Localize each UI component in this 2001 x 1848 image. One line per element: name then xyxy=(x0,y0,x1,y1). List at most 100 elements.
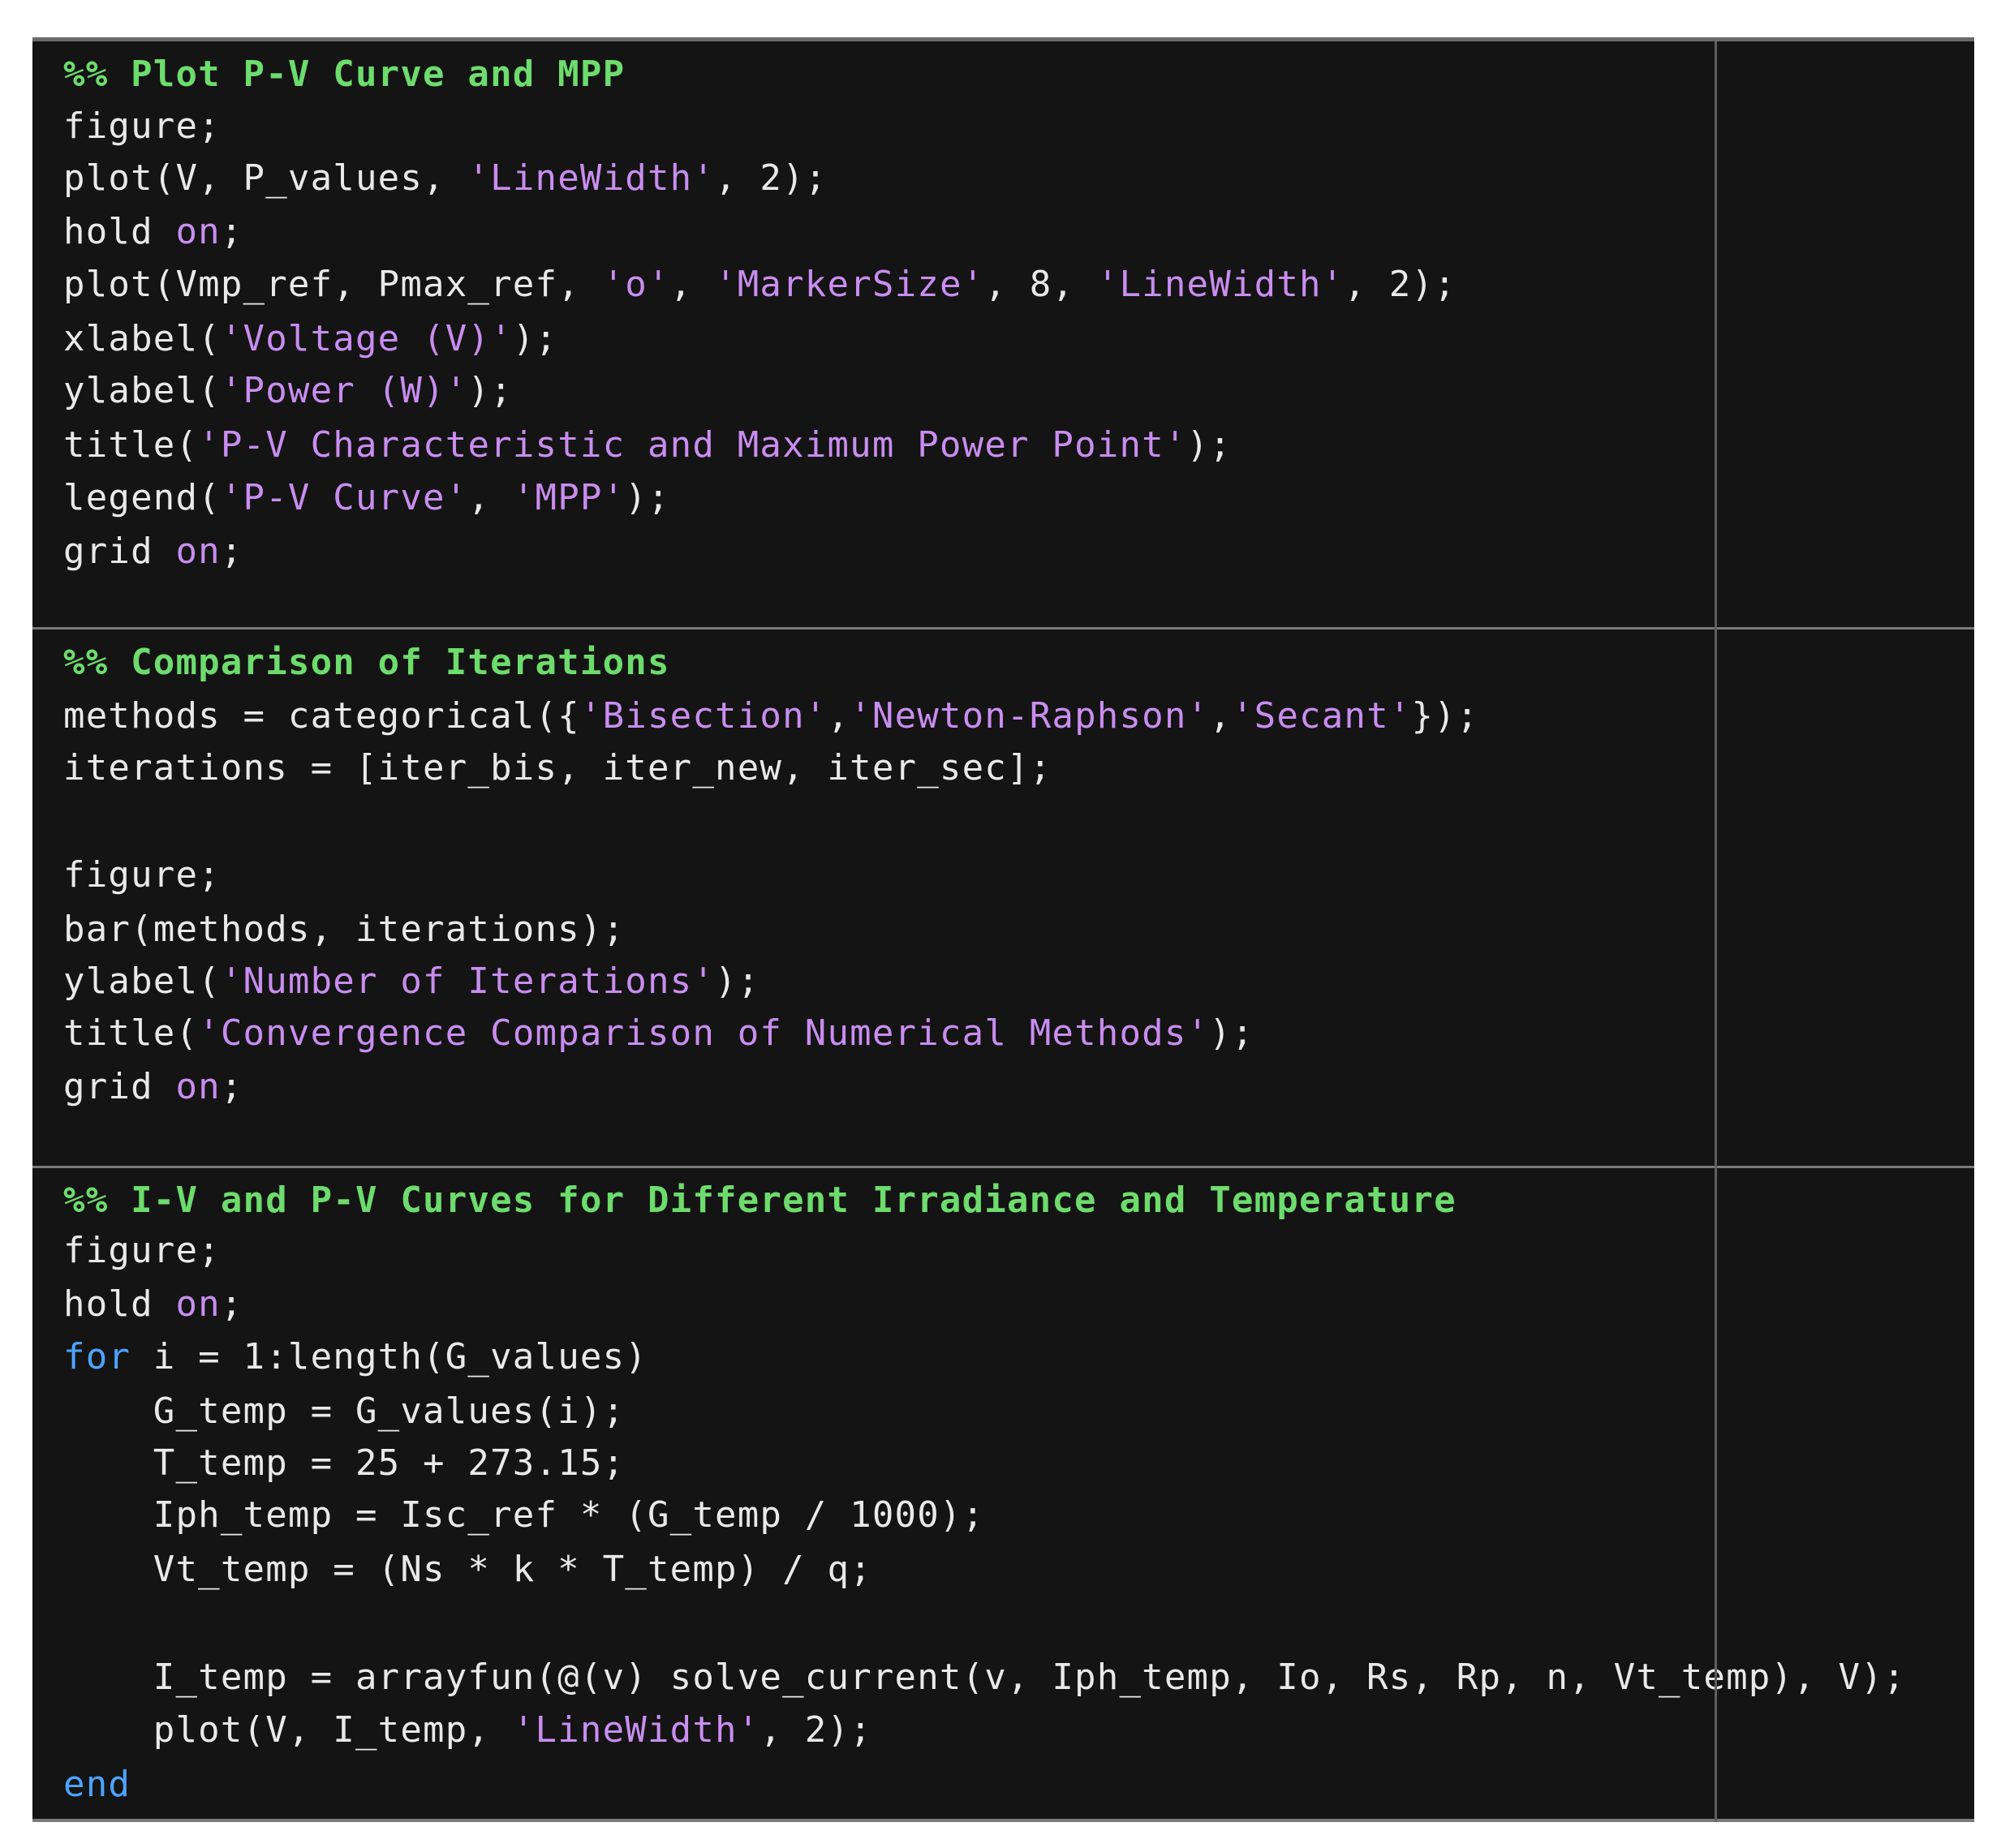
section-comment-line[interactable]: %% I-V and P-V Curves for Different Irra… xyxy=(63,1174,1457,1227)
keyword: for xyxy=(63,1336,131,1377)
code-line[interactable]: plot(Vmp_ref, Pmax_ref, 'o', 'MarkerSize… xyxy=(63,258,1457,312)
code-line[interactable]: methods = categorical({'Bisection','Newt… xyxy=(63,690,1479,743)
keyword: end xyxy=(63,1764,131,1805)
string-literal: 'LineWidth' xyxy=(467,157,716,199)
string-literal: 'P-V Curve' xyxy=(220,477,468,518)
code-token: , xyxy=(827,695,850,737)
code-token: G_temp = G_values(i); xyxy=(63,1390,626,1432)
code-token: Iph_temp = Isc_ref * (G_temp / 1000); xyxy=(63,1494,985,1536)
string-literal: 'o' xyxy=(602,264,670,305)
section-divider xyxy=(32,1166,1974,1168)
code-token: hold xyxy=(63,1283,176,1325)
code-token: }); xyxy=(1411,695,1479,737)
code-line[interactable]: legend('P-V Curve', 'MPP'); xyxy=(63,471,670,525)
code-line[interactable]: bar(methods, iterations); xyxy=(63,903,625,956)
string-literal: 'Power (W)' xyxy=(220,370,468,411)
code-token: plot(V, P_values, xyxy=(63,157,468,199)
code-token: Vt_temp = (Ns * k * T_temp) / q; xyxy=(63,1549,872,1590)
code-line[interactable]: Vt_temp = (Ns * k * T_temp) / q; xyxy=(63,1543,872,1597)
string-literal: 'Bisection' xyxy=(579,695,828,737)
code-token: , 8, xyxy=(984,264,1097,305)
code-token: ; xyxy=(220,1283,243,1325)
code-token: , xyxy=(669,264,716,305)
code-line[interactable]: G_temp = G_values(i); xyxy=(63,1385,625,1438)
code-token: title( xyxy=(63,1012,199,1054)
code-line[interactable]: title('Convergence Comparison of Numeric… xyxy=(63,1007,1254,1060)
code-line[interactable]: grid on; xyxy=(63,525,243,578)
code-token: ); xyxy=(625,477,670,518)
code-token: legend( xyxy=(63,477,221,518)
comparison-iterations-section[interactable]: %% Comparison of Iterations methods = cat… xyxy=(32,630,1974,1168)
code-line[interactable]: figure; xyxy=(63,849,221,902)
string-literal: 'LineWidth' xyxy=(1096,264,1345,305)
code-line[interactable]: iterations = [iter_bis, iter_new, iter_s… xyxy=(63,741,1052,795)
code-line[interactable]: xlabel('Voltage (V)'); xyxy=(63,312,557,366)
string-literal: 'LineWidth' xyxy=(512,1709,760,1751)
code-token: ); xyxy=(512,318,558,359)
code-token: ; xyxy=(220,211,243,252)
code-token: grid xyxy=(63,531,176,572)
keyword-on: on xyxy=(175,1066,221,1107)
code-token: ); xyxy=(1209,1012,1254,1054)
code-token: plot(Vmp_ref, Pmax_ref, xyxy=(63,264,603,305)
code-token: , xyxy=(467,477,513,518)
code-line[interactable]: figure; xyxy=(63,100,221,153)
code-token: figure; xyxy=(63,854,221,896)
editor-bottom-border xyxy=(32,1819,1974,1822)
string-literal: 'MarkerSize' xyxy=(715,264,985,305)
code-token: figure; xyxy=(63,1230,221,1271)
code-line[interactable]: title('P-V Characteristic and Maximum Po… xyxy=(63,419,1232,472)
code-token: , 2); xyxy=(1344,264,1457,305)
code-line[interactable]: hold on; xyxy=(63,1278,243,1331)
string-literal: 'Number of Iterations' xyxy=(220,961,716,1002)
keyword-on: on xyxy=(175,211,221,252)
code-line[interactable]: for i = 1:length(G_values) xyxy=(63,1330,648,1384)
code-token: ); xyxy=(715,961,760,1002)
code-token: T_temp = 25 + 273.15; xyxy=(63,1442,626,1484)
code-line[interactable]: T_temp = 25 + 273.15; xyxy=(63,1437,625,1490)
code-line[interactable]: figure; xyxy=(63,1224,221,1278)
right-margin-ruler xyxy=(1715,41,1717,1822)
string-literal: 'Voltage (V)' xyxy=(220,318,513,359)
code-token: ylabel( xyxy=(63,370,221,411)
code-line[interactable]: I_temp = arrayfun(@(v) solve_current(v, … xyxy=(63,1651,1906,1704)
section-divider xyxy=(32,627,1974,630)
code-token: ); xyxy=(1186,424,1232,466)
code-line[interactable]: plot(V, I_temp, 'LineWidth', 2); xyxy=(63,1704,872,1757)
code-line[interactable]: plot(V, P_values, 'LineWidth', 2); xyxy=(63,152,827,205)
code-token: iterations = [iter_bis, iter_new, iter_s… xyxy=(63,747,1052,789)
code-token: hold xyxy=(63,211,176,252)
string-literal: 'MPP' xyxy=(512,477,626,518)
section-comment-line[interactable]: %% Comparison of Iterations xyxy=(63,636,670,690)
code-line[interactable]: end xyxy=(63,1758,131,1811)
code-line[interactable]: ylabel('Power (W)'); xyxy=(63,364,513,418)
code-token: xlabel( xyxy=(63,318,221,359)
keyword-on: on xyxy=(175,531,221,572)
iv-pv-curves-section[interactable]: %% I-V and P-V Curves for Different Irra… xyxy=(32,1167,1974,1821)
code-line[interactable]: hold on; xyxy=(63,205,243,259)
string-literal: 'Secant' xyxy=(1231,695,1412,737)
code-token: ); xyxy=(467,370,513,411)
code-token: I_temp = arrayfun(@(v) solve_current(v, … xyxy=(63,1657,1906,1698)
code-editor[interactable]: %% Plot P-V Curve and MPP figure; plot(V, … xyxy=(32,37,1974,1822)
code-token: bar(methods, iterations); xyxy=(63,909,626,950)
code-token: , 2); xyxy=(715,157,828,199)
code-line[interactable]: Iph_temp = Isc_ref * (G_temp / 1000); xyxy=(63,1489,984,1542)
code-token: plot(V, I_temp, xyxy=(63,1709,513,1751)
code-line[interactable]: grid on; xyxy=(63,1060,243,1114)
code-token: i = 1:length(G_values) xyxy=(131,1336,648,1377)
code-token: figure; xyxy=(63,105,221,147)
code-token: , 2); xyxy=(760,1709,872,1751)
section-comment-line[interactable]: %% Plot P-V Curve and MPP xyxy=(63,48,625,101)
code-token: methods = categorical({ xyxy=(63,695,580,737)
code-token: title( xyxy=(63,424,199,466)
code-token: ylabel( xyxy=(63,961,221,1002)
string-literal: 'P-V Characteristic and Maximum Power Po… xyxy=(198,424,1187,466)
code-token: grid xyxy=(63,1066,176,1107)
keyword-on: on xyxy=(175,1283,221,1325)
code-token: , xyxy=(1209,695,1232,737)
code-line[interactable]: ylabel('Number of Iterations'); xyxy=(63,955,760,1008)
plot-pv-curve-section[interactable]: %% Plot P-V Curve and MPP figure; plot(V, … xyxy=(32,41,1974,630)
code-token: ; xyxy=(220,1066,243,1107)
string-literal: 'Convergence Comparison of Numerical Met… xyxy=(198,1012,1210,1054)
